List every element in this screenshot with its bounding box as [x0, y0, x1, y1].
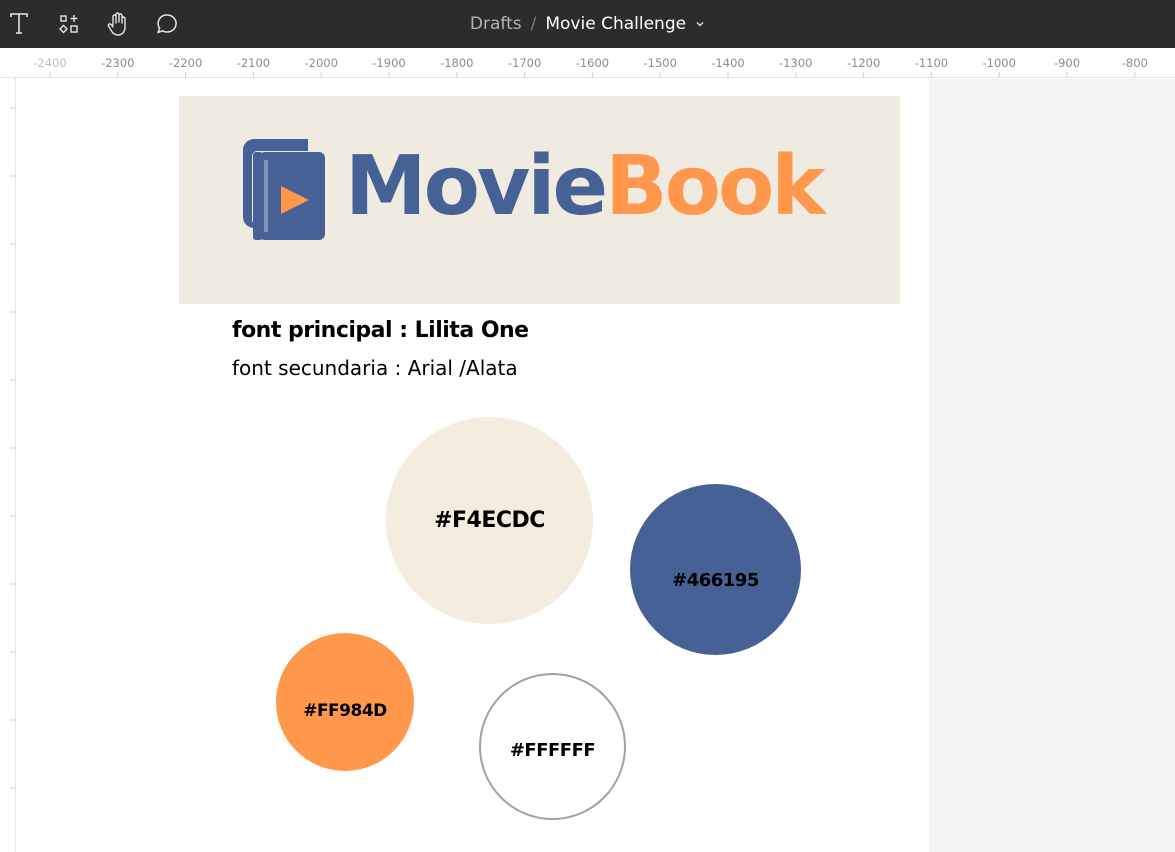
horizontal-ruler: -2400 -2300 -2200 -2100 -2000 -1900 -1800 -1700…: [0, 48, 1175, 78]
ruler-scale: -2400 -2300 -2200 -2100 -2000 -1900 -1800 -1700…: [33, 56, 1148, 78]
breadcrumb-separator: /: [530, 14, 537, 34]
ruler-label: -1500: [643, 56, 676, 70]
ruler-label: -1000: [982, 56, 1015, 70]
swatch-orange-label: #FF984D: [303, 701, 387, 721]
top-toolbar: Drafts / Movie Challenge: [0, 0, 1175, 48]
ruler-label: -1700: [508, 56, 541, 70]
ruler-label: -1800: [440, 56, 473, 70]
swatch-blue-label: #466195: [672, 570, 759, 591]
ruler-label: -1100: [915, 56, 948, 70]
ruler-label: -1300: [779, 56, 812, 70]
file-name[interactable]: Movie Challenge: [545, 14, 686, 34]
secondary-font-note: font secundaria : Arial /Alata: [232, 356, 518, 380]
book-play-icon: [243, 139, 325, 240]
ruler-label: -1200: [847, 56, 880, 70]
ruler-label: -1400: [711, 56, 744, 70]
ruler-label: -900: [1054, 56, 1080, 70]
vertical-ruler-scale: [10, 107, 16, 789]
swatch-beige-label: #F4ECDC: [434, 508, 545, 533]
chevron-down-icon[interactable]: [695, 20, 705, 28]
primary-font-note: font principal : Lilita One: [232, 318, 529, 343]
ruler-label: -2100: [237, 56, 270, 70]
ruler-label: -1900: [372, 56, 405, 70]
logo-word-book: Book: [605, 139, 826, 234]
vertical-ruler: [0, 78, 16, 852]
swatch-orange[interactable]: #FF984D: [276, 633, 414, 771]
swatch-white-label: #FFFFFF: [509, 740, 596, 761]
canvas-outside-frame[interactable]: [929, 79, 1175, 852]
logo-wordmark: MovieBook: [345, 146, 826, 228]
swatch-white[interactable]: #FFFFFF: [479, 673, 626, 820]
ruler-label: -2200: [169, 56, 202, 70]
ruler-label: -1600: [576, 56, 609, 70]
swatch-beige[interactable]: #F4ECDC: [386, 417, 593, 624]
swatch-blue[interactable]: #466195: [630, 484, 801, 655]
ruler-label: -2400: [33, 56, 66, 70]
breadcrumb-drafts-link[interactable]: Drafts: [470, 14, 522, 34]
logo-word-movie: Movie: [345, 139, 608, 234]
ruler-label: -800: [1122, 56, 1148, 70]
ruler-label: -2000: [304, 56, 337, 70]
breadcrumb: Drafts / Movie Challenge: [0, 0, 1175, 48]
ruler-label: -2300: [101, 56, 134, 70]
